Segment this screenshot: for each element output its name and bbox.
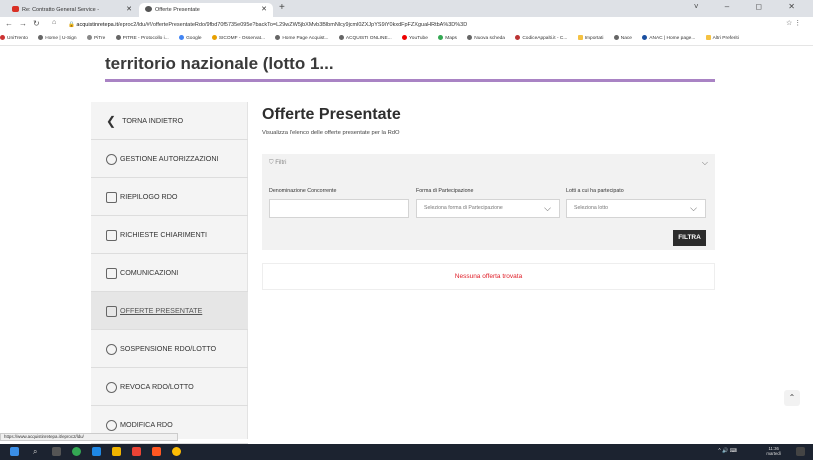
chrome-active-icon[interactable] (172, 447, 181, 456)
revoke-icon (106, 381, 117, 393)
bookmark-item[interactable]: Importati (577, 35, 603, 41)
bookmark-item[interactable]: Home Page Acquist... (275, 35, 328, 41)
clock[interactable]: 11:36 martedì (766, 446, 781, 456)
filters-panel: ⛉ Filtri ⌵ Denominazione Concorrente For… (262, 154, 715, 250)
chevron-down-icon[interactable]: ⌵ (702, 158, 708, 168)
scroll-top-button[interactable]: ⌃ (784, 390, 800, 406)
close-tab-icon[interactable]: ✕ (261, 3, 267, 17)
reload-icon[interactable]: ↻ (33, 19, 40, 28)
close-tab-icon[interactable]: ✕ (126, 3, 132, 17)
forward-icon[interactable]: → (19, 19, 27, 28)
pause-icon (106, 343, 117, 355)
gmail-icon (12, 6, 19, 12)
list-icon (106, 191, 117, 203)
chevron-left-icon: ❮ (106, 114, 117, 129)
site-icon (145, 6, 152, 12)
home-icon[interactable]: ⌂ (52, 19, 56, 26)
bookmark-item[interactable]: UniTrento (0, 35, 28, 41)
bookmark-item[interactable]: SICOMF - Osservat... (211, 35, 265, 41)
tab-label: Re: Contratto General Service - (22, 7, 100, 13)
bookmark-item[interactable]: ANAC | Home page... (642, 35, 695, 41)
sidebar-item-summary[interactable]: RIEPILOGO RDO (91, 178, 248, 216)
bookmark-item[interactable]: ACQUISTI ONLINE... (338, 35, 392, 41)
new-tab-button[interactable]: + (279, 2, 285, 13)
system-tray[interactable]: ^ 🔊 ⌨ (718, 448, 737, 454)
tab-offerte[interactable]: Offerte Presentate ✕ (139, 3, 273, 17)
chrome-icon[interactable] (72, 447, 81, 456)
sidebar-item-authorizations[interactable]: GESTIONE AUTORIZZAZIONI (91, 140, 248, 178)
bookmark-item[interactable]: PITRE - Protocollo i... (115, 35, 169, 41)
sidebar-item-back[interactable]: ❮ TORNA INDIETRO (91, 102, 248, 140)
address-bar: ← → ↻ ⌂ 🔒 acquistinretepa.it/eproc2/ldu/… (0, 17, 813, 33)
bookmark-item[interactable]: Altri Preferiti (705, 35, 739, 41)
bookmark-item[interactable]: PiTre (86, 35, 105, 41)
page-title: territorio nazionale (lotto 1... (105, 54, 334, 73)
bookmark-item[interactable]: Home | U-Sign (38, 35, 77, 41)
sidebar-item-communications[interactable]: COMUNICAZIONI (91, 254, 248, 292)
notification-icon[interactable] (796, 447, 805, 456)
windows-start-icon[interactable] (10, 447, 19, 456)
sidebar: ❮ TORNA INDIETRO GESTIONE AUTORIZZAZIONI … (91, 102, 248, 444)
bookmark-item[interactable]: Nuova scheda (467, 35, 505, 41)
lots-select[interactable]: Seleziona lotto ⌵ (566, 199, 706, 218)
section-title: Offerte Presentate (262, 106, 401, 123)
explorer-icon[interactable] (112, 447, 121, 456)
bookmark-item[interactable]: CodiceAppalti.it - C... (515, 35, 567, 41)
edit-icon (106, 419, 117, 431)
participation-select[interactable]: Seleziona forma di Partecipazione ⌵ (416, 199, 560, 218)
question-doc-icon (106, 229, 117, 241)
filter-button[interactable]: FILTRA (673, 230, 706, 246)
url-field[interactable]: 🔒 acquistinretepa.it/eproc2/ldu/#!/offer… (68, 19, 778, 31)
chevron-down-icon: ⌵ (544, 203, 551, 213)
bookmark-item[interactable]: Nace (613, 35, 632, 41)
sidebar-item-revoke[interactable]: REVOCA RDO/LOTTO (91, 368, 248, 406)
lots-label: Lotti a cui ha partecipato (566, 188, 624, 194)
offer-icon (106, 305, 117, 317)
section-subtitle: Visualizza l'elenco delle offerte presen… (262, 130, 400, 136)
sidebar-item-clarifications[interactable]: RICHIESTE CHIARIMENTI (91, 216, 248, 254)
chevron-down-icon: ⌵ (690, 203, 697, 213)
title-divider (105, 79, 715, 82)
sidebar-item-offers[interactable]: OFFERTE PRESENTATE (91, 292, 248, 330)
tab-label: Offerte Presentate (155, 7, 200, 13)
bookmark-item[interactable]: Maps (438, 35, 457, 41)
messages-icon (106, 267, 117, 279)
search-icon[interactable]: ⌕ (33, 447, 42, 456)
empty-results-message: Nessuna offerta trovata (262, 263, 715, 290)
firefox-icon[interactable] (152, 447, 161, 456)
url-host: acquistinretepa.it (76, 22, 118, 28)
extensions-icon[interactable]: ☆ ⋮ (786, 19, 801, 27)
filter-icon: ⛉ (269, 160, 274, 166)
competitor-input[interactable] (269, 199, 409, 218)
browser-tab-bar: Re: Contratto General Service - ✕ Offert… (0, 0, 813, 17)
users-key-icon (106, 153, 117, 165)
back-icon[interactable]: ← (5, 19, 13, 28)
participation-label: Forma di Partecipazione (416, 188, 474, 194)
status-url: https://www.acquistinretepa.it/eproc2/ld… (0, 433, 178, 441)
settings-icon[interactable] (92, 447, 101, 456)
competitor-label: Denominazione Concorrente (269, 188, 337, 194)
tab-gmail[interactable]: Re: Contratto General Service - ✕ (6, 3, 138, 17)
task-view-icon[interactable] (52, 447, 61, 456)
bookmark-item[interactable]: YouTube (402, 35, 428, 41)
bookmarks-bar: UniTrento Home | U-Sign PiTre PITRE - Pr… (0, 33, 813, 46)
gmail-icon[interactable] (132, 447, 141, 456)
window-controls[interactable]: ˅ – ◻ ✕ (694, 2, 807, 11)
url-path: /eproc2/ldu/#!/offertePresentateRdo/9fbd… (117, 22, 468, 28)
filters-toggle[interactable]: ⛉ Filtri (269, 160, 287, 167)
sidebar-item-suspension[interactable]: SOSPENSIONE RDO/LOTTO (91, 330, 248, 368)
taskbar: ⌕ ^ 🔊 ⌨ 11:36 martedì (0, 444, 813, 460)
bookmark-item[interactable]: Google (179, 35, 202, 41)
